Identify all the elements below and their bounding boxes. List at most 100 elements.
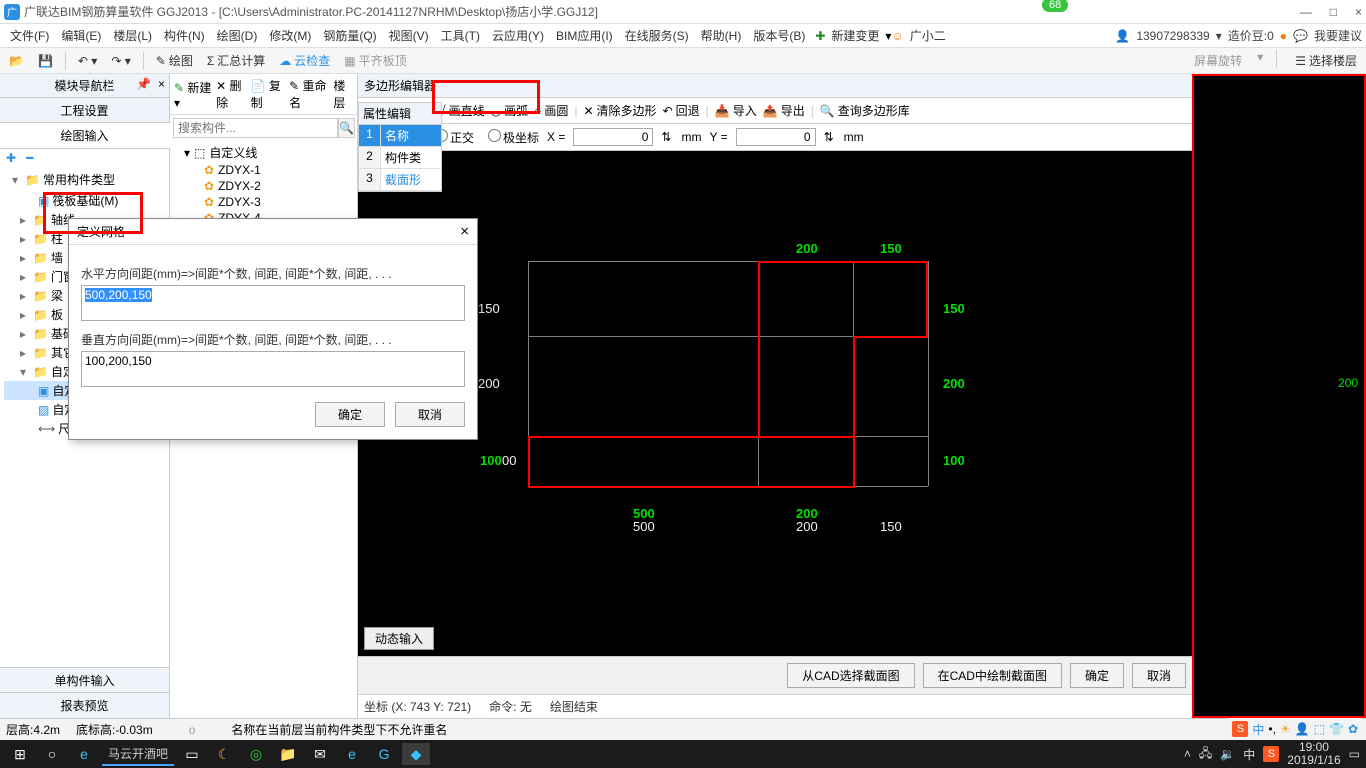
pin-icon[interactable]: 📌 <box>136 77 151 91</box>
dynamic-input-button[interactable]: 动态输入 <box>364 627 434 650</box>
rename-button[interactable]: ✎ 重命名 <box>289 77 329 111</box>
ok-button[interactable]: 确定 <box>1070 663 1124 688</box>
menu-modify[interactable]: 修改(M) <box>263 25 317 46</box>
screen-rotate-button[interactable]: 屏幕旋转 <box>1189 50 1247 71</box>
menu-component[interactable]: 构件(N) <box>158 25 211 46</box>
network-icon[interactable]: 🖧 <box>1199 744 1212 765</box>
expand-icon[interactable]: ▸ <box>20 232 30 246</box>
app-icon[interactable]: ◎ <box>242 743 270 765</box>
menu-floor[interactable]: 楼层(L) <box>107 25 158 46</box>
open-icon[interactable]: 📂 <box>4 52 29 70</box>
nav-section-report[interactable]: 报表预览 <box>0 692 170 719</box>
menu-draw[interactable]: 绘图(D) <box>211 25 264 46</box>
expand-icon[interactable]: ▾ <box>184 146 190 160</box>
floor-button[interactable]: 楼层 <box>333 77 353 111</box>
tree-item[interactable]: 板 <box>51 306 63 323</box>
tree-expand-icon[interactable]: ✚ <box>6 151 16 165</box>
in-cad-button[interactable]: 在CAD中绘制截面图 <box>923 663 1062 688</box>
edge-icon[interactable]: e <box>338 743 366 765</box>
x-stepper[interactable]: ⇅ <box>661 130 671 144</box>
app-icon[interactable]: ☾ <box>210 743 238 765</box>
prop-name[interactable]: 名称 <box>381 125 441 146</box>
tray-icon[interactable]: ⬚ <box>1314 722 1325 736</box>
tree-item[interactable]: 梁 <box>51 287 63 304</box>
draw-circle-button[interactable]: ○ 画圆 <box>534 102 568 119</box>
new-change-button[interactable]: 新建变更 <box>825 25 885 46</box>
tree-collapse-icon[interactable]: ━ <box>26 151 33 165</box>
tray-up-icon[interactable]: ˄ <box>1184 747 1191 761</box>
expand-icon[interactable]: ▸ <box>20 327 30 341</box>
close-panel-icon[interactable]: × <box>158 77 165 91</box>
y-stepper[interactable]: ⇅ <box>824 130 834 144</box>
tree-item[interactable]: 柱 <box>51 230 63 247</box>
undo-polygon-button[interactable]: ↶ 回退 <box>663 102 700 119</box>
menu-cloud[interactable]: 云应用(Y) <box>486 25 550 46</box>
import-button[interactable]: 📥 导入 <box>715 102 757 119</box>
draw-arc-button[interactable]: ◡ 画弧 <box>491 102 529 119</box>
clear-polygon-button[interactable]: ✕ 清除多边形 <box>583 102 656 119</box>
menu-edit[interactable]: 编辑(E) <box>55 25 107 46</box>
tree-item[interactable]: 常用构件类型 <box>43 171 115 188</box>
tree-root[interactable]: 自定义线 <box>209 144 257 161</box>
radio-polar[interactable]: 极坐标 <box>482 129 539 146</box>
expand-icon[interactable]: ▸ <box>20 251 30 265</box>
tray-icon[interactable]: 👕 <box>1329 722 1344 736</box>
phone-number[interactable]: 13907298339 <box>1136 29 1209 43</box>
sogou-icon[interactable]: S <box>1232 721 1248 737</box>
drawing-canvas[interactable]: 200 150 150 200 100 00 150 200 100 500 5… <box>358 151 1192 656</box>
start-button[interactable]: ⊞ <box>6 743 34 765</box>
dialog-close-button[interactable]: × <box>460 223 469 240</box>
ie-icon[interactable]: e <box>70 743 98 765</box>
minimize-button[interactable]: — <box>1300 5 1312 19</box>
draw-button[interactable]: ✎ 绘图 <box>151 50 198 71</box>
sogou-taskbar-icon[interactable]: S <box>1263 746 1279 762</box>
horizontal-spacing-input[interactable]: 500,200,150 <box>85 288 152 302</box>
tree-item[interactable]: 墙 <box>51 249 63 266</box>
undo-icon[interactable]: ↶ ▾ <box>73 52 102 70</box>
expand-icon[interactable]: ▸ <box>20 270 30 284</box>
menu-help[interactable]: 帮助(H) <box>695 25 748 46</box>
y-input[interactable] <box>736 128 816 146</box>
vertical-spacing-input[interactable]: 100,200,150 <box>81 351 465 387</box>
flat-slab-button[interactable]: ▦ 平齐板顶 <box>339 50 411 71</box>
dialog-cancel-button[interactable]: 取消 <box>395 402 465 427</box>
folder-icon[interactable]: 📁 <box>274 743 302 765</box>
menu-version[interactable]: 版本号(B) <box>747 25 811 46</box>
tray-icon[interactable]: ☀ <box>1280 722 1291 736</box>
close-button[interactable]: × <box>1355 5 1362 19</box>
search-input[interactable] <box>173 118 338 138</box>
expand-icon[interactable]: ▸ <box>20 346 30 360</box>
nav-section-draw[interactable]: 绘图输入 <box>0 122 170 149</box>
menu-online[interactable]: 在线服务(S) <box>619 25 695 46</box>
expand-icon[interactable]: ▾ <box>12 173 22 187</box>
query-lib-button[interactable]: 🔍 查询多边形库 <box>820 102 910 119</box>
active-app-icon[interactable]: ◆ <box>402 743 430 765</box>
browser-tab[interactable]: 马云开酒吧 <box>102 743 174 766</box>
tray-icon[interactable]: ✿ <box>1348 722 1358 736</box>
from-cad-button[interactable]: 从CAD选择截面图 <box>787 663 914 688</box>
list-item[interactable]: ZDYX-3 <box>218 195 261 209</box>
cloud-check-button[interactable]: ☁ 云检查 <box>274 50 335 71</box>
export-button[interactable]: 📤 导出 <box>763 102 805 119</box>
select-floor-button[interactable]: ☰ 选择楼层 <box>1290 50 1362 71</box>
cortana-icon[interactable]: ○ <box>38 743 66 765</box>
clock[interactable]: 19:00 2019/1/16 <box>1287 741 1340 767</box>
dialog-ok-button[interactable]: 确定 <box>315 402 385 427</box>
delete-button[interactable]: ✕ 删除 <box>216 77 247 111</box>
search-button[interactable]: 🔍 <box>338 118 355 138</box>
notification-badge[interactable]: 68 <box>1042 0 1068 12</box>
agent-button[interactable]: 广小二 <box>904 25 952 46</box>
expand-icon[interactable]: ▸ <box>20 213 30 227</box>
action-center-icon[interactable]: ▭ <box>1349 747 1360 761</box>
tree-item-raft[interactable]: 筏板基础(M) <box>52 192 118 209</box>
list-item[interactable]: ZDYX-2 <box>218 179 261 193</box>
nav-section-settings[interactable]: 工程设置 <box>0 97 170 124</box>
menu-rebar[interactable]: 钢筋量(Q) <box>317 25 382 46</box>
suggest-button[interactable]: 我要建议 <box>1314 27 1362 44</box>
expand-icon[interactable]: ▸ <box>20 308 30 322</box>
save-icon[interactable]: 💾 <box>33 52 58 70</box>
x-input[interactable] <box>573 128 653 146</box>
ime-indicator[interactable]: 中 <box>1243 746 1255 763</box>
sum-button[interactable]: Σ 汇总计算 <box>202 50 270 71</box>
maximize-button[interactable]: □ <box>1330 5 1337 19</box>
